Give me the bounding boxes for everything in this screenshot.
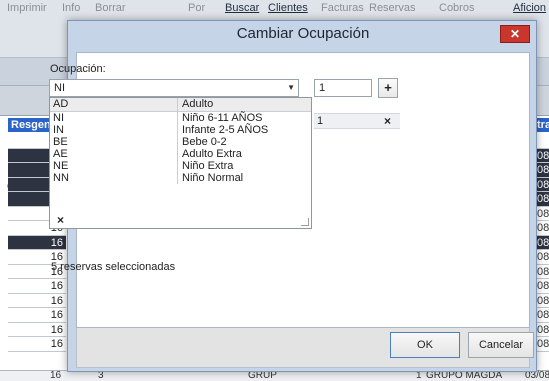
menu-aficion[interactable]: Aficion bbox=[513, 2, 546, 18]
right-header-label: tra bbox=[537, 119, 549, 131]
menu-cobros[interactable]: Cobros bbox=[439, 2, 474, 18]
dropdown-option[interactable]: BE Bebe 0-2 bbox=[50, 136, 311, 148]
ocupacion-label: Ocupación: bbox=[50, 63, 106, 75]
dropdown-option[interactable]: NE Niño Extra bbox=[50, 160, 311, 172]
ocupacion-select[interactable]: NI ▼ bbox=[49, 79, 299, 97]
dropdown-option[interactable]: NN Niño Normal bbox=[50, 172, 311, 184]
dropdown-option[interactable]: NI Niño 6-11 AÑOS bbox=[50, 112, 311, 124]
bottom-resgen: 16 bbox=[50, 370, 62, 381]
option-code: AE bbox=[50, 148, 178, 160]
dropdown-header-code: AD bbox=[50, 98, 178, 111]
table-row-right-cell[interactable]: 08 bbox=[537, 206, 549, 221]
dropdown-option[interactable]: IN Infante 2-5 AÑOS bbox=[50, 124, 311, 136]
close-icon: ✕ bbox=[509, 27, 521, 41]
close-button[interactable]: ✕ bbox=[500, 25, 530, 43]
option-name: Niño Normal bbox=[182, 172, 244, 184]
option-name: Infante 2-5 AÑOS bbox=[182, 124, 269, 136]
table-row[interactable]: 16 bbox=[8, 279, 66, 294]
right-column-header[interactable]: tra bbox=[537, 118, 549, 132]
dialog-title: Cambiar Ocupación bbox=[236, 25, 370, 42]
dropdown-option[interactable]: AE Adulto Extra bbox=[50, 148, 311, 160]
option-code: NN bbox=[50, 172, 178, 184]
menu-reservas[interactable]: Reservas bbox=[369, 2, 415, 18]
table-row-right-cell[interactable]: 08 bbox=[537, 322, 549, 337]
menu-facturas[interactable]: Facturas bbox=[321, 2, 364, 18]
cancel-button[interactable]: Cancelar bbox=[468, 332, 534, 358]
option-code: BE bbox=[50, 136, 178, 148]
table-row-right-cell[interactable]: 08 bbox=[537, 148, 549, 163]
table-row-right-cell[interactable]: 08 bbox=[537, 279, 549, 294]
table-row-right-cell[interactable]: 08 bbox=[537, 221, 549, 236]
chevron-down-icon[interactable]: ▼ bbox=[287, 80, 295, 96]
table-row-right-cell[interactable]: 08 bbox=[537, 177, 549, 192]
table-row-right-cell[interactable]: 08 bbox=[537, 337, 549, 352]
clear-icon[interactable]: × bbox=[57, 213, 64, 227]
ocupacion-select-value: NI bbox=[54, 82, 65, 94]
selected-occupancy-value: 1 bbox=[317, 115, 324, 127]
table-row-right-cell[interactable]: 08 bbox=[537, 163, 549, 178]
table-row[interactable]: 16 bbox=[8, 308, 66, 323]
right-column: 08 08 08 08 08 08 08 08 08 08 08 08 08 08 bbox=[537, 134, 549, 352]
table-row-right-cell[interactable]: 08 bbox=[537, 308, 549, 323]
menu-por[interactable]: Por bbox=[188, 2, 205, 18]
option-name: Niño Extra bbox=[182, 160, 234, 172]
ocupacion-dropdown-list[interactable]: AD Adulto NI Niño 6-11 AÑOS IN Infante 2-5 … bbox=[49, 97, 312, 229]
resize-grip-icon[interactable] bbox=[301, 218, 309, 226]
dropdown-header-row[interactable]: AD Adulto bbox=[50, 98, 311, 112]
dropdown-header-name: Adulto bbox=[182, 98, 214, 110]
menu-clientes[interactable]: Clientes bbox=[268, 2, 308, 18]
table-row[interactable]: 16 bbox=[8, 293, 66, 308]
option-code: NI bbox=[50, 112, 178, 124]
ok-button[interactable]: OK bbox=[390, 332, 460, 358]
option-name: Niño 6-11 AÑOS bbox=[182, 112, 263, 124]
add-button[interactable]: + bbox=[378, 78, 398, 98]
table-row-right-cell[interactable]: 08 bbox=[537, 250, 549, 265]
menu-borrar[interactable]: Borrar bbox=[95, 2, 126, 18]
table-row-right-cell[interactable] bbox=[537, 134, 549, 149]
table-row-right-cell[interactable]: 08 bbox=[537, 264, 549, 279]
menu-imprimir[interactable]: Imprimir bbox=[7, 2, 47, 18]
table-row-right-cell[interactable]: 08 bbox=[537, 192, 549, 207]
option-code: NE bbox=[50, 160, 178, 172]
option-name: Bebe 0-2 bbox=[182, 136, 227, 148]
quantity-input[interactable]: 1 bbox=[314, 79, 372, 97]
table-row-right-cell[interactable]: 08 bbox=[537, 235, 549, 250]
dialog-footer bbox=[76, 328, 530, 368]
table-row[interactable]: 16 bbox=[8, 235, 66, 250]
remove-icon[interactable]: × bbox=[384, 114, 391, 128]
option-code: IN bbox=[50, 124, 178, 136]
resgen-header-label: Resgen bbox=[11, 119, 51, 131]
table-row[interactable]: 16 bbox=[8, 322, 66, 337]
option-name: Adulto Extra bbox=[182, 148, 242, 160]
menu-info[interactable]: Info bbox=[62, 2, 80, 18]
table-row[interactable]: 16 bbox=[8, 337, 66, 352]
selected-occupancy-row[interactable]: 1 × bbox=[314, 113, 400, 129]
table-row-right-cell[interactable]: 08 bbox=[537, 293, 549, 308]
selection-status: 5 reservas seleccionadas bbox=[51, 261, 176, 273]
menu-buscar[interactable]: Buscar bbox=[225, 2, 259, 18]
